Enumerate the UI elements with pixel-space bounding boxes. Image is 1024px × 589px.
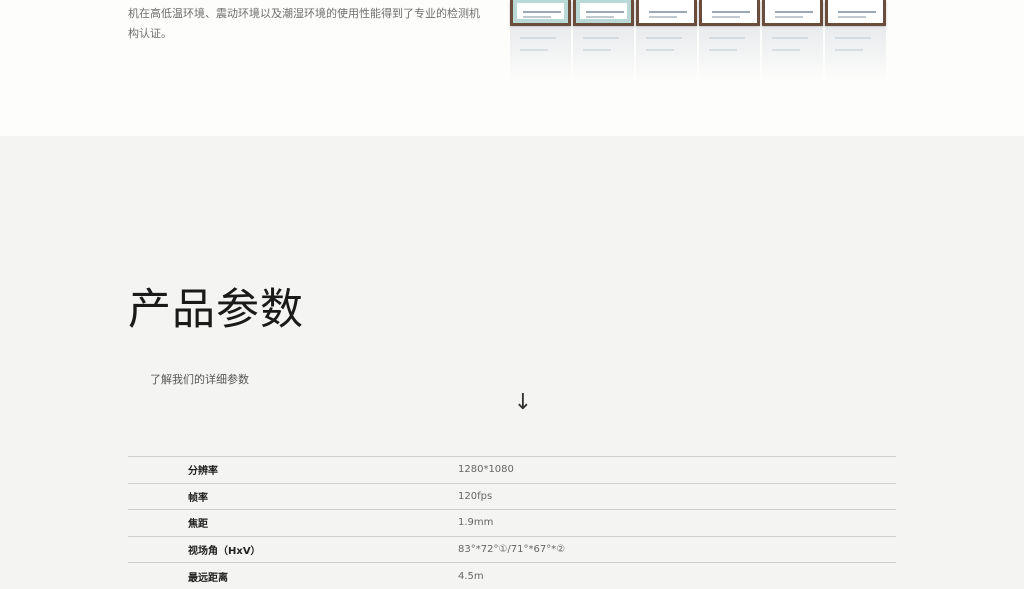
certificate-strip xyxy=(508,0,888,84)
spec-value: 4.5m xyxy=(458,563,896,589)
spec-label: 最远距离 xyxy=(128,563,458,589)
spec-label: 视场角（HxV） xyxy=(128,536,458,563)
table-row: 最远距离 4.5m xyxy=(128,563,896,589)
spec-label: 焦距 xyxy=(128,510,458,537)
spec-label: 帧率 xyxy=(128,483,458,510)
spec-value: 83°*72°①/71°*67°*② xyxy=(458,536,896,563)
table-row: 焦距 1.9mm xyxy=(128,510,896,537)
certificate-1-reflection xyxy=(510,27,571,81)
table-row: 视场角（HxV） 83°*72°①/71°*67°*② xyxy=(128,536,896,563)
certificate-2 xyxy=(573,0,634,26)
certificate-6-reflection xyxy=(825,27,886,81)
certificate-6 xyxy=(825,0,886,26)
spec-value: 1.9mm xyxy=(458,510,896,537)
table-row: 分辨率 1280*1080 xyxy=(128,457,896,484)
certificate-4 xyxy=(699,0,760,26)
intro-text: 机在高低温环境、震动环境以及潮湿环境的使用性能得到了专业的检测机构认证。 xyxy=(128,4,480,44)
certificate-1 xyxy=(510,0,571,26)
certificate-2-reflection xyxy=(573,27,634,81)
certificate-3 xyxy=(636,0,697,26)
section-title: 产品参数 xyxy=(128,282,304,338)
certificate-5 xyxy=(762,0,823,26)
spec-value: 120fps xyxy=(458,483,896,510)
spec-value: 1280*1080 xyxy=(458,457,896,484)
arrow-down-icon: ↓ xyxy=(512,390,534,416)
certificate-5-reflection xyxy=(762,27,823,81)
certificate-4-reflection xyxy=(699,27,760,81)
spec-table: 分辨率 1280*1080 帧率 120fps 焦距 1.9mm 视场角（HxV… xyxy=(128,456,896,589)
table-row: 帧率 120fps xyxy=(128,483,896,510)
certificate-3-reflection xyxy=(636,27,697,81)
spec-label: 分辨率 xyxy=(128,457,458,484)
section-subtitle: 了解我们的详细参数 xyxy=(150,372,249,388)
